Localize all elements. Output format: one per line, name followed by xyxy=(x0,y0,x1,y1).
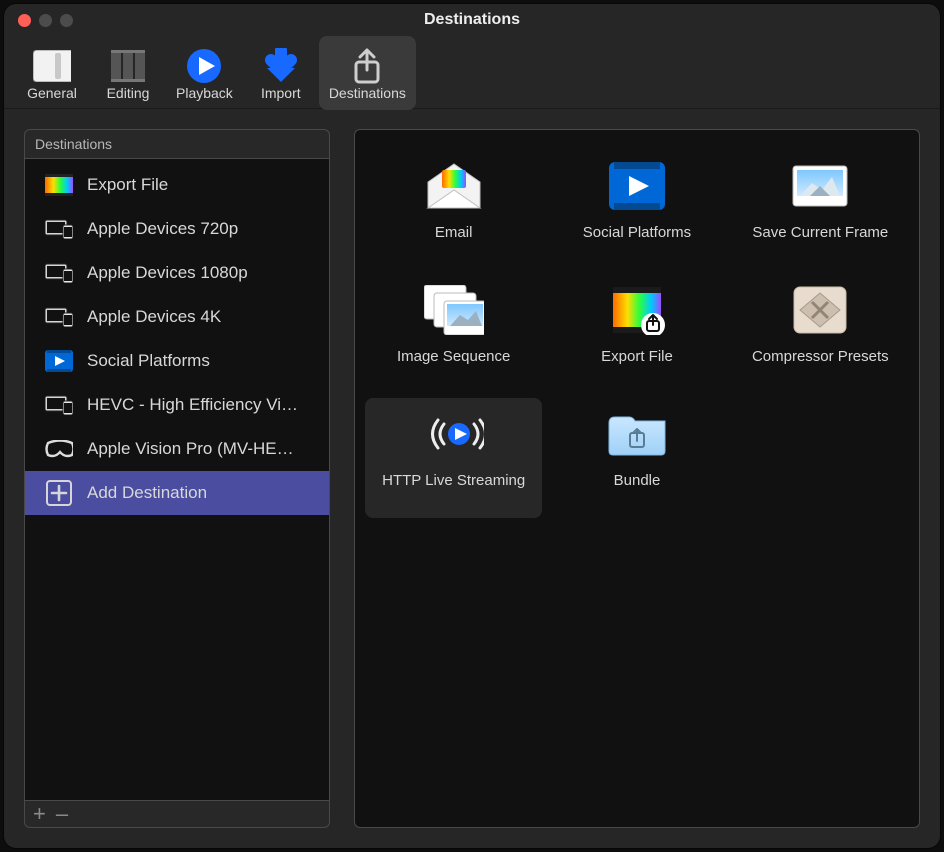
toolbar-tab-label: Playback xyxy=(176,85,233,101)
destination-label: Compressor Presets xyxy=(752,348,889,365)
content: Destinations Export File Apple Devices 7… xyxy=(4,109,940,848)
preferences-window: Destinations General Editing Playback Im… xyxy=(4,4,940,848)
apple-devices-icon xyxy=(45,303,73,331)
sidebar-item-apple-devices-4k[interactable]: Apple Devices 4K xyxy=(25,295,329,339)
destination-save-current-frame[interactable]: Save Current Frame xyxy=(732,150,909,270)
toolbar: General Editing Playback Import Destinat… xyxy=(4,36,940,109)
sidebar-item-label: Apple Vision Pro (MV-HE… xyxy=(87,439,317,459)
destination-label: Image Sequence xyxy=(397,348,510,365)
apple-devices-icon xyxy=(45,391,73,419)
sidebar-item-label: Export File xyxy=(87,175,317,195)
sidebar-item-apple-devices-720p[interactable]: Apple Devices 720p xyxy=(25,207,329,251)
vision-icon xyxy=(45,435,73,463)
sidebar-item-label: Apple Devices 720p xyxy=(87,219,317,239)
destination-label: HTTP Live Streaming xyxy=(382,472,525,489)
editing-icon xyxy=(109,47,147,85)
destination-image-sequence[interactable]: Image Sequence xyxy=(365,274,542,394)
add-icon xyxy=(45,479,73,507)
apple-devices-icon xyxy=(45,259,73,287)
toolbar-tab-label: Import xyxy=(261,85,301,101)
destination-compressor-presets[interactable]: Compressor Presets xyxy=(732,274,909,394)
sequence-icon xyxy=(424,282,484,338)
general-icon xyxy=(33,47,71,85)
maximize-icon[interactable] xyxy=(60,14,73,27)
sidebar-item-social-platforms[interactable]: Social Platforms xyxy=(25,339,329,383)
sidebar-list: Export File Apple Devices 720p Apple Dev… xyxy=(24,159,330,801)
toolbar-tab-playback[interactable]: Playback xyxy=(166,36,243,110)
toolbar-tab-import[interactable]: Import xyxy=(243,36,319,110)
destination-export-file[interactable]: Export File xyxy=(548,274,725,394)
frame-icon xyxy=(790,158,850,214)
destination-label: Export File xyxy=(601,348,673,365)
destination-bundle[interactable]: Bundle xyxy=(548,398,725,518)
email-icon xyxy=(424,158,484,214)
window-title: Destinations xyxy=(424,11,520,29)
sidebar-item-label: Add Destination xyxy=(87,483,317,503)
social-icon xyxy=(45,347,73,375)
bundle-icon xyxy=(607,406,667,462)
export-file-icon xyxy=(45,171,73,199)
apple-devices-icon xyxy=(45,215,73,243)
window-controls xyxy=(18,14,73,27)
playback-icon xyxy=(185,47,223,85)
sidebar-item-apple-devices-1080p[interactable]: Apple Devices 1080p xyxy=(25,251,329,295)
titlebar: Destinations xyxy=(4,4,940,36)
import-icon xyxy=(262,47,300,85)
destination-email[interactable]: Email xyxy=(365,150,542,270)
toolbar-tab-editing[interactable]: Editing xyxy=(90,36,166,110)
destination-http-live-streaming[interactable]: HTTP Live Streaming xyxy=(365,398,542,518)
destination-label: Social Platforms xyxy=(583,224,691,241)
remove-destination-button[interactable]: – xyxy=(56,805,68,823)
close-icon[interactable] xyxy=(18,14,31,27)
sidebar: Destinations Export File Apple Devices 7… xyxy=(24,129,330,828)
destination-grid: Email Social Platforms Save Current Fram… xyxy=(354,129,920,828)
hls-icon xyxy=(424,406,484,462)
destinations-icon xyxy=(348,47,386,85)
export-file-big-icon xyxy=(607,282,667,338)
sidebar-item-label: Social Platforms xyxy=(87,351,317,371)
sidebar-item-label: Apple Devices 1080p xyxy=(87,263,317,283)
add-destination-button[interactable]: + xyxy=(33,805,46,823)
sidebar-header: Destinations xyxy=(24,129,330,159)
destination-label: Email xyxy=(435,224,473,241)
destination-social-platforms[interactable]: Social Platforms xyxy=(548,150,725,270)
toolbar-tab-label: Editing xyxy=(107,85,150,101)
sidebar-item-add-destination[interactable]: Add Destination xyxy=(25,471,329,515)
sidebar-item-label: HEVC - High Efficiency Vi… xyxy=(87,395,317,415)
toolbar-tab-destinations[interactable]: Destinations xyxy=(319,36,416,110)
sidebar-item-hevc-high-efficiency-vi-[interactable]: HEVC - High Efficiency Vi… xyxy=(25,383,329,427)
sidebar-item-label: Apple Devices 4K xyxy=(87,307,317,327)
compressor-icon xyxy=(790,282,850,338)
sidebar-item-apple-vision-pro-mv-he-[interactable]: Apple Vision Pro (MV-HE… xyxy=(25,427,329,471)
destination-label: Save Current Frame xyxy=(752,224,888,241)
toolbar-tab-label: General xyxy=(27,85,77,101)
sidebar-item-export-file[interactable]: Export File xyxy=(25,163,329,207)
social-icon xyxy=(607,158,667,214)
sidebar-footer: + – xyxy=(24,801,330,828)
destination-label: Bundle xyxy=(614,472,661,489)
minimize-icon[interactable] xyxy=(39,14,52,27)
toolbar-tab-label: Destinations xyxy=(329,85,406,101)
toolbar-tab-general[interactable]: General xyxy=(14,36,90,110)
